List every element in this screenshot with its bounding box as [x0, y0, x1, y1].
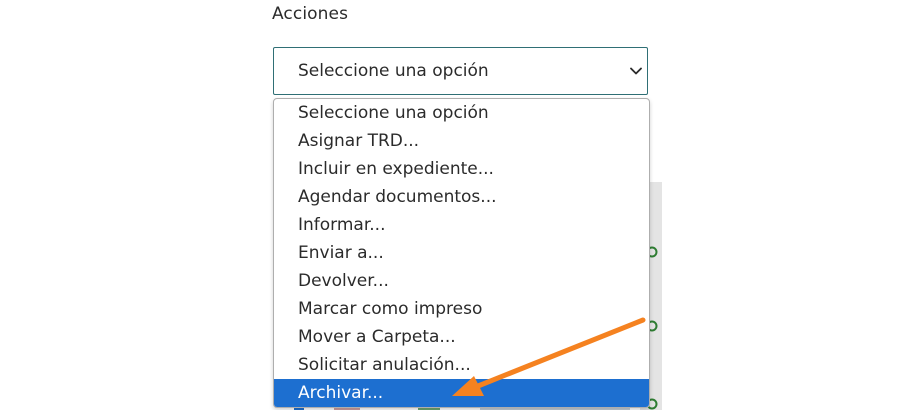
- option-agendar-documentos[interactable]: Agendar documentos...: [274, 183, 649, 211]
- acciones-select[interactable]: Seleccione una opción: [273, 47, 648, 95]
- option-seleccione-una-opcion[interactable]: Seleccione una opción: [274, 99, 649, 127]
- acciones-label: Acciones: [272, 4, 349, 24]
- option-marcar-como-impreso[interactable]: Marcar como impreso: [274, 295, 649, 323]
- option-incluir-en-expediente[interactable]: Incluir en expediente...: [274, 155, 649, 183]
- option-asignar-trd[interactable]: Asignar TRD...: [274, 127, 649, 155]
- acciones-dropdown-list: Seleccione una opción Asignar TRD... Inc…: [273, 98, 650, 408]
- option-devolver[interactable]: Devolver...: [274, 267, 649, 295]
- option-enviar-a[interactable]: Enviar a...: [274, 239, 649, 267]
- option-mover-a-carpeta[interactable]: Mover a Carpeta...: [274, 323, 649, 351]
- option-solicitar-anulacion[interactable]: Solicitar anulación...: [274, 351, 649, 379]
- stage: Acciones Seleccione una opción Seleccion…: [0, 0, 924, 410]
- chevron-down-icon: [630, 67, 642, 75]
- option-archivar[interactable]: Archivar...: [274, 379, 649, 407]
- select-current-value: Seleccione una opción: [298, 61, 489, 81]
- option-informar[interactable]: Informar...: [274, 211, 649, 239]
